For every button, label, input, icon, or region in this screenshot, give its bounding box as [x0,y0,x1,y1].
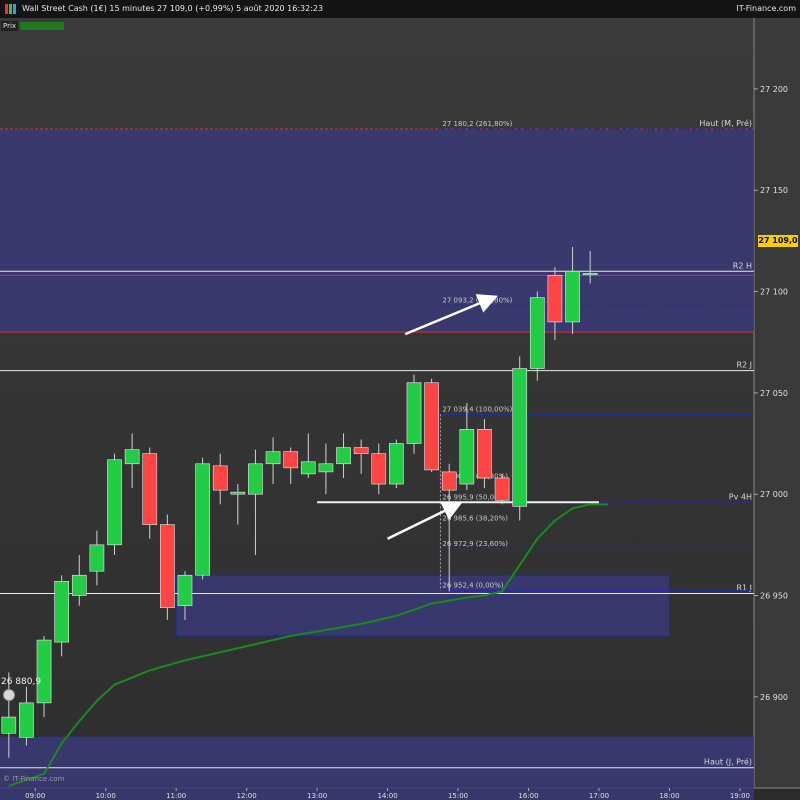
x-tick-label: 13:00 [307,792,327,800]
candle-bull [406,382,422,444]
window-header: Wall Street Cash (1€) 15 minutes 27 109,… [0,0,800,18]
candle-bull [582,273,598,276]
chart-app-icon [5,4,17,14]
y-tick-label: 27 050 [760,389,788,398]
expand-icon[interactable] [3,689,15,701]
candle-bear [547,275,563,323]
candle-bull [71,574,87,596]
candle-bull [300,461,316,475]
chart-stage: R2 HR2 JR1 JPv 4HHaut (J, Pré)mR1 MHaut … [0,0,800,800]
x-tick-label: 09:00 [25,792,45,800]
candle-bear [477,429,492,479]
candle-bear [353,447,369,454]
candle-bull [19,702,34,738]
candle-bull [107,459,122,546]
pivot-label: Pv 4H [729,492,752,501]
candle-bear [283,451,299,469]
x-tick-label: 17:00 [589,792,609,800]
y-tick-label: 26 900 [760,693,788,702]
fib-label: 27 180,2 (261,80%) [442,120,512,128]
prix-indicator-bar [20,22,64,30]
candle-bear [160,524,175,608]
candle-bull [124,449,140,465]
x-tick-label: 14:00 [377,792,397,800]
chart-title: Wall Street Cash (1€) 15 minutes 27 109,… [22,4,324,13]
x-tick-label: 19:00 [730,792,750,800]
candle-bull [248,463,263,495]
prix-label: Prix [1,21,19,31]
left-value-tag: 26 880,9 [1,677,42,687]
fib-label: 26 972,9 (23,60%) [442,540,508,548]
brand-label: IT-Finance.com [736,4,796,13]
x-tick-label: 12:00 [237,792,257,800]
y-axis-panel [754,18,800,788]
candle-bull [1,716,17,734]
candle-bear [371,453,387,485]
x-tick-label: 10:00 [96,792,116,800]
candle-bull [389,443,404,485]
y-tick-label: 27 000 [760,490,788,499]
candle-bull [230,491,246,495]
y-tick-label: 26 950 [760,592,788,601]
fib-label: 27 039,4 (100,00%) [442,405,512,413]
copyright-credit: © IT-Finance.com [3,775,65,783]
zone-box [0,737,754,800]
candle-bull [89,544,105,572]
zone-box [0,129,754,333]
fib-label: 26 985,6 (38,20%) [442,514,508,522]
pivot-label: R2 H [733,261,752,270]
fib-label: 26 952,4 (0,00%) [442,582,503,590]
candle-bull [565,270,580,323]
candle-bull [459,429,475,485]
candle-bear [424,382,439,471]
candle-bull [265,451,281,465]
candle-bear [441,471,457,491]
candle-bull [529,297,545,369]
candle-bull [177,574,193,606]
candle-bull [336,447,351,465]
pivot-label: R2 J [736,361,752,370]
y-tick-label: 27 100 [760,288,788,297]
candle-bull [512,368,528,507]
last-price-tag: 27 109,0 [758,235,798,247]
y-tick-label: 27 150 [760,186,788,195]
x-tick-label: 15:00 [448,792,468,800]
candle-bull [318,463,334,473]
x-tick-label: 16:00 [518,792,538,800]
pivot-label: Haut (M, Pré) [699,118,752,128]
x-tick-label: 11:00 [166,792,186,800]
candle-bull [36,639,52,704]
candle-bear [142,453,158,525]
y-tick-label: 27 200 [760,85,788,94]
candle-bull [54,581,70,643]
candle-bear [212,465,228,491]
x-tick-label: 18:00 [659,792,679,800]
candlestick-chart[interactable]: R2 HR2 JR1 JPv 4HHaut (J, Pré)mR1 MHaut … [0,0,800,800]
candle-bull [195,463,210,576]
candle-bear [494,477,510,501]
pivot-label: Haut (J, Pré) [704,757,752,767]
